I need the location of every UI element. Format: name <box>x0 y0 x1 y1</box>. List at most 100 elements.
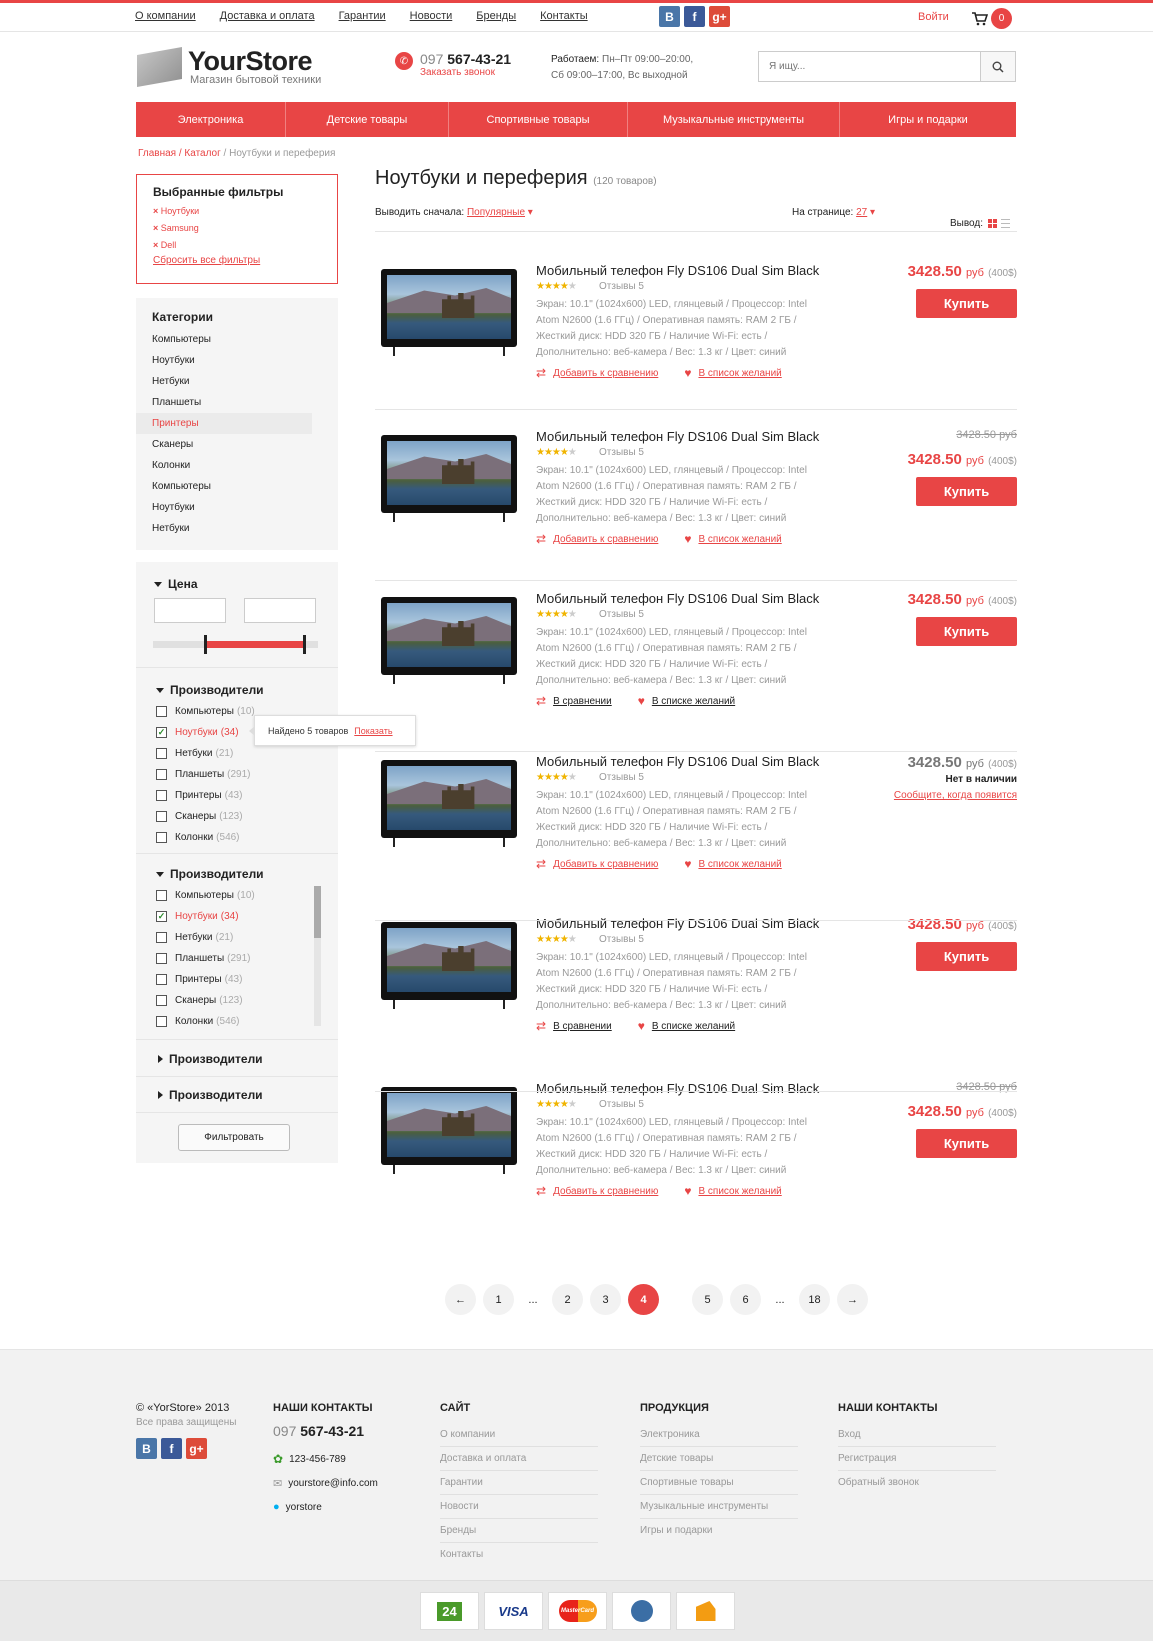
category-item[interactable]: Нетбуки <box>136 518 338 539</box>
category-item[interactable]: Компьютеры <box>136 476 338 497</box>
list-view-icon[interactable] <box>1001 219 1011 228</box>
compare-link[interactable]: ⇄ Добавить к сравнению <box>536 532 658 546</box>
category-item[interactable]: Сканеры <box>136 434 338 455</box>
notify-link[interactable]: Сообщите, когда появится <box>894 790 1017 801</box>
compare-link[interactable]: ⇄ В сравнении <box>536 694 612 708</box>
category-item[interactable]: Ноутбуки <box>136 350 338 371</box>
cart-button[interactable]: 0 <box>972 8 1012 29</box>
manufacturer-checkbox[interactable]: Принтеры (43) <box>136 785 255 806</box>
top-nav-brands[interactable]: Бренды <box>476 10 516 22</box>
price-slider[interactable] <box>153 635 318 654</box>
top-nav-contacts[interactable]: Контакты <box>540 10 588 22</box>
footer-link[interactable]: Электроника <box>640 1423 798 1447</box>
prev-page-button[interactable]: ← <box>445 1284 476 1315</box>
checkbox[interactable] <box>156 1016 167 1027</box>
top-nav-about[interactable]: О компании <box>135 10 196 22</box>
search-button[interactable] <box>980 52 1015 81</box>
wishlist-link[interactable]: ♥ В список желаний <box>684 1184 781 1198</box>
buy-button[interactable]: Купить <box>916 477 1017 506</box>
product-name[interactable]: Мобильный телефон Fly DS106 Dual Sim Bla… <box>536 916 819 931</box>
compare-link[interactable]: ⇄ Добавить к сравнению <box>536 857 658 871</box>
manufacturer-checkbox[interactable]: ✓ Ноутбуки (34) <box>136 722 255 743</box>
wishlist-link[interactable]: ♥ В список желаний <box>684 532 781 546</box>
facebook-icon[interactable]: f <box>684 6 705 27</box>
reviews-link[interactable]: Отзывы 5 <box>599 447 644 458</box>
reviews-link[interactable]: Отзывы 5 <box>599 609 644 620</box>
wishlist-link[interactable]: ♥ В список желаний <box>684 366 781 380</box>
next-page-button[interactable]: → <box>837 1284 868 1315</box>
sort-select[interactable]: Популярные <box>467 207 525 218</box>
manufacturer-checkbox[interactable]: Сканеры (123) <box>136 990 255 1011</box>
footer-skype[interactable]: yorstore <box>286 1502 322 1513</box>
callback-link[interactable]: Заказать звонок <box>420 67 511 78</box>
page-button[interactable]: 6 <box>730 1284 761 1315</box>
checkbox[interactable] <box>156 790 167 801</box>
manufacturer-checkbox[interactable]: Нетбуки (21) <box>136 927 255 948</box>
compare-link[interactable]: ⇄ Добавить к сравнению <box>536 366 658 380</box>
footer-link[interactable]: Контакты <box>440 1543 598 1567</box>
breadcrumb-catalog[interactable]: Каталог <box>184 148 220 159</box>
compare-link[interactable]: ⇄ В сравнении <box>536 1019 612 1033</box>
reviews-link[interactable]: Отзывы 5 <box>599 281 644 292</box>
footer-link[interactable]: Игры и подарки <box>640 1519 798 1543</box>
buy-button[interactable]: Купить <box>916 289 1017 318</box>
breadcrumb-home[interactable]: Главная <box>138 148 176 159</box>
login-link[interactable]: Войти <box>918 11 949 23</box>
manufacturers-title[interactable]: Производители <box>156 683 264 697</box>
manufacturer-checkbox[interactable]: Нетбуки (21) <box>136 743 255 764</box>
collapsed-filter[interactable]: Производители <box>136 1077 338 1113</box>
selected-filter-item[interactable]: Ноутбуки <box>153 203 321 220</box>
vk-icon[interactable]: B <box>136 1438 157 1459</box>
manufacturer-checkbox[interactable]: Планшеты (291) <box>136 764 255 785</box>
footer-link[interactable]: Музыкальные инструменты <box>640 1495 798 1519</box>
manufacturer-checkbox[interactable]: Компьютеры (10) <box>136 885 255 906</box>
buy-button[interactable]: Купить <box>916 617 1017 646</box>
vk-icon[interactable]: B <box>659 6 680 27</box>
page-button[interactable]: 5 <box>692 1284 723 1315</box>
product-image[interactable] <box>379 433 519 527</box>
product-name[interactable]: Мобильный телефон Fly DS106 Dual Sim Bla… <box>536 754 819 769</box>
manufacturers-title[interactable]: Производители <box>156 867 264 881</box>
product-image[interactable] <box>379 267 519 361</box>
product-image[interactable] <box>379 1085 519 1179</box>
price-to-input[interactable] <box>244 598 316 623</box>
reset-filters-link[interactable]: Сбросить все фильтры <box>153 255 321 266</box>
wishlist-link[interactable]: ♥ В списке желаний <box>638 694 735 708</box>
manufacturer-checkbox[interactable]: ✓ Ноутбуки (34) <box>136 906 255 927</box>
search-input[interactable] <box>759 52 980 81</box>
manufacturer-checkbox[interactable]: Колонки (546) <box>136 827 255 848</box>
checkbox[interactable] <box>156 748 167 759</box>
category-item[interactable]: Ноутбуки <box>136 497 338 518</box>
checkbox[interactable] <box>156 932 167 943</box>
reviews-link[interactable]: Отзывы 5 <box>599 772 644 783</box>
per-page-select[interactable]: 27 <box>856 207 867 218</box>
footer-link[interactable]: Вход <box>838 1423 996 1447</box>
product-image[interactable] <box>379 758 519 852</box>
main-nav-sports[interactable]: Спортивные товары <box>449 102 628 137</box>
grid-view-icon[interactable] <box>988 219 998 228</box>
selected-filter-item[interactable]: Dell <box>153 237 321 254</box>
category-item[interactable]: Принтеры <box>136 413 312 434</box>
footer-email[interactable]: yourstore@info.com <box>288 1478 378 1489</box>
footer-link[interactable]: Бренды <box>440 1519 598 1543</box>
top-nav-warranty[interactable]: Гарантии <box>339 10 386 22</box>
top-nav-news[interactable]: Новости <box>410 10 453 22</box>
checkbox[interactable] <box>156 832 167 843</box>
manufacturer-checkbox[interactable]: Принтеры (43) <box>136 969 255 990</box>
top-nav-delivery[interactable]: Доставка и оплата <box>220 10 315 22</box>
page-button[interactable]: 4 <box>628 1284 659 1315</box>
checkbox[interactable] <box>156 974 167 985</box>
page-button[interactable]: 18 <box>799 1284 830 1315</box>
product-name[interactable]: Мобильный телефон Fly DS106 Dual Sim Bla… <box>536 591 819 606</box>
reviews-link[interactable]: Отзывы 5 <box>599 1099 644 1110</box>
slider-handle-min[interactable] <box>204 635 207 654</box>
main-nav-kids[interactable]: Детские товары <box>286 102 449 137</box>
footer-link[interactable]: Спортивные товары <box>640 1471 798 1495</box>
manufacturer-checkbox[interactable]: Компьютеры (10) <box>136 701 255 722</box>
store-logo[interactable]: YourStore Магазин бытовой техники <box>137 47 321 87</box>
compare-link[interactable]: ⇄ Добавить к сравнению <box>536 1184 658 1198</box>
checkbox[interactable] <box>156 769 167 780</box>
checkbox[interactable]: ✓ <box>156 911 167 922</box>
category-item[interactable]: Планшеты <box>136 392 338 413</box>
page-button[interactable]: 2 <box>552 1284 583 1315</box>
